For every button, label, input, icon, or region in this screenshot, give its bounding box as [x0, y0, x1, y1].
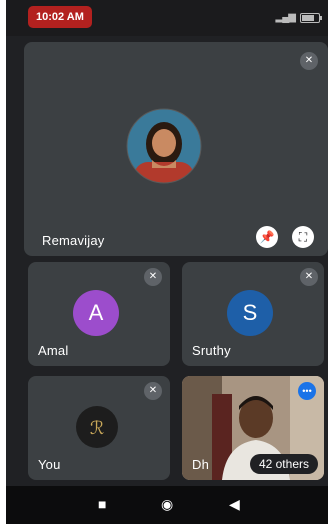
back-icon[interactable]: ◀ [229, 496, 240, 513]
avatar-amal: A [73, 290, 119, 336]
signal-icon: ▂▄▆ [275, 12, 296, 23]
mic-off-icon: ✕ [144, 268, 162, 286]
status-icons: ▂▄▆ [275, 12, 322, 23]
pin-icon: 📌 [259, 230, 275, 244]
participant-tile-remavijay[interactable]: ✕ Remavijay 📌 ⛶ [24, 42, 328, 256]
participant-tile-you[interactable]: ✕ ℛ You [28, 376, 170, 480]
speaking-indicator-icon: ••• [298, 382, 316, 400]
android-nav-bar: ■ ◉ ◀ [6, 486, 328, 524]
participant-name: Dh [192, 457, 210, 472]
status-time: 10:02 AM [28, 6, 92, 28]
participant-name: Amal [38, 343, 69, 358]
recents-icon[interactable]: ■ [98, 496, 106, 512]
svg-text:ℛ: ℛ [90, 418, 104, 439]
avatar-you: ℛ [76, 406, 118, 448]
fullscreen-button[interactable]: ⛶ [292, 226, 314, 248]
participant-tile-amal[interactable]: ✕ A Amal [28, 262, 170, 366]
pin-button[interactable]: 📌 [256, 226, 278, 248]
mic-off-icon: ✕ [300, 268, 318, 286]
participant-name: You [38, 457, 61, 472]
participant-tile-sruthy[interactable]: ✕ S Sruthy [182, 262, 324, 366]
mic-off-icon: ✕ [300, 52, 318, 70]
participant-name: Remavijay [42, 233, 105, 248]
home-icon[interactable]: ◉ [161, 496, 173, 513]
fullscreen-icon: ⛶ [298, 230, 308, 244]
mic-off-icon: ✕ [144, 382, 162, 400]
participant-tile-video[interactable]: ••• Dh 42 others [182, 376, 324, 480]
meet-screen: 10:02 AM ▂▄▆ ✕ Remavijay 📌 ⛶ ✕ A Amal ✕ … [6, 0, 328, 524]
participant-name: Sruthy [192, 343, 231, 358]
status-bar: 10:02 AM ▂▄▆ [6, 0, 328, 36]
avatar-remavijay [126, 108, 202, 184]
avatar-sruthy: S [227, 290, 273, 336]
others-count-chip[interactable]: 42 others [249, 454, 318, 474]
battery-icon [300, 12, 322, 23]
